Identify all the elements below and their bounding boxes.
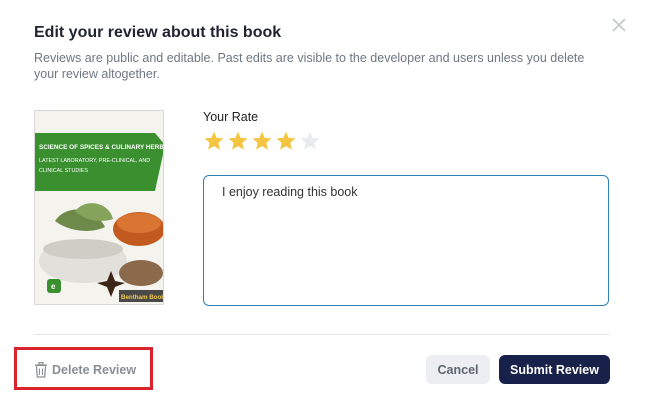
star-icon[interactable] — [299, 130, 321, 152]
publisher-label: Bentham Books — [121, 294, 164, 301]
book-cover-image: SCIENCE OF SPICES & CULINARY HERBS LATES… — [35, 111, 164, 304]
cover-subtitle-line-1: LATEST LABORATORY, PRE-CLINICAL, AND — [39, 158, 150, 164]
rating-label: Your Rate — [203, 110, 259, 124]
dialog-title: Edit your review about this book — [34, 24, 282, 41]
star-icon[interactable] — [251, 130, 273, 152]
star-rating[interactable] — [203, 130, 321, 152]
footer-divider — [34, 334, 610, 335]
close-icon[interactable] — [610, 16, 628, 34]
cancel-button[interactable]: Cancel — [426, 355, 490, 384]
submit-review-button[interactable]: Submit Review — [499, 355, 610, 384]
review-textarea[interactable] — [203, 175, 609, 306]
book-cover: SCIENCE OF SPICES & CULINARY HERBS LATES… — [34, 110, 164, 305]
cover-title-line-1: SCIENCE OF SPICES & CULINARY HERBS — [39, 144, 164, 151]
star-icon[interactable] — [203, 130, 225, 152]
star-icon[interactable] — [275, 130, 297, 152]
edit-review-dialog: Edit your review about this book Reviews… — [0, 0, 645, 400]
cover-subtitle-line-2: CLINICAL STUDIES — [39, 168, 88, 174]
star-icon[interactable] — [227, 130, 249, 152]
dialog-subtitle: Reviews are public and editable. Past ed… — [34, 51, 585, 81]
svg-text:e: e — [51, 282, 56, 291]
delete-highlight-box — [14, 347, 153, 390]
